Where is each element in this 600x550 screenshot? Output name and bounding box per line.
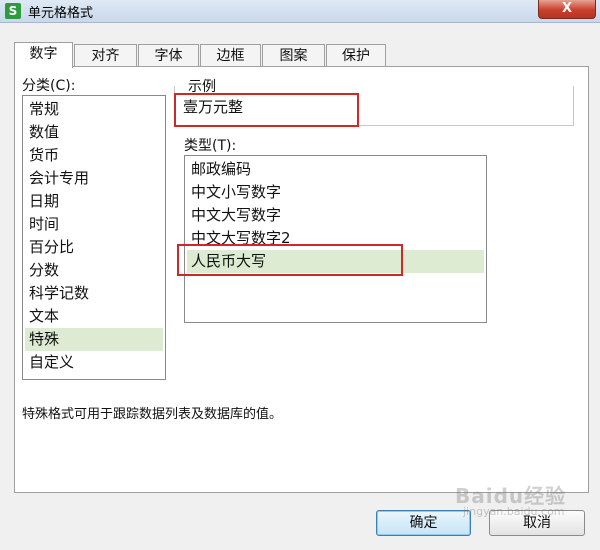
category-item-percentage[interactable]: 百分比 [25, 236, 163, 259]
description-text: 特殊格式可用于跟踪数据列表及数据库的值。 [22, 407, 283, 422]
category-list[interactable]: 常规 数值 货币 会计专用 日期 时间 百分比 分数 科学记数 文本 特殊 自定… [22, 95, 166, 380]
tab-alignment[interactable]: 对齐 [74, 44, 137, 67]
tab-pattern[interactable]: 图案 [262, 44, 325, 67]
category-item-number[interactable]: 数值 [25, 121, 163, 144]
annotation-box-type [177, 244, 403, 276]
category-item-accounting[interactable]: 会计专用 [25, 167, 163, 190]
type-list[interactable]: 邮政编码 中文小写数字 中文大写数字 中文大写数字2 人民币大写 [184, 155, 487, 323]
dialog-title: 单元格格式 [28, 6, 94, 21]
category-item-custom[interactable]: 自定义 [25, 351, 163, 374]
type-item-chinese-lower[interactable]: 中文小写数字 [187, 181, 484, 204]
tab-protection[interactable]: 保护 [326, 44, 386, 67]
category-item-time[interactable]: 时间 [25, 213, 163, 236]
category-item-text[interactable]: 文本 [25, 305, 163, 328]
tab-font[interactable]: 字体 [138, 44, 199, 67]
category-item-special[interactable]: 特殊 [25, 328, 163, 351]
category-item-general[interactable]: 常规 [25, 98, 163, 121]
category-item-currency[interactable]: 货币 [25, 144, 163, 167]
annotation-box-sample [174, 93, 359, 127]
app-icon: S [5, 3, 21, 19]
title-bar: S 单元格格式 X [0, 0, 600, 23]
category-item-fraction[interactable]: 分数 [25, 259, 163, 282]
type-item-postal-code[interactable]: 邮政编码 [187, 158, 484, 181]
category-label: 分类(C): [22, 78, 76, 94]
tab-border[interactable]: 边框 [200, 44, 261, 67]
close-button[interactable]: X [538, 0, 596, 19]
tab-number[interactable]: 数字 [14, 42, 73, 68]
baidu-watermark-url: jingyan.baidu.com [463, 505, 565, 518]
ok-button[interactable]: 确定 [376, 510, 471, 536]
type-label: 类型(T): [184, 138, 237, 154]
category-item-scientific[interactable]: 科学记数 [25, 282, 163, 305]
type-item-chinese-upper[interactable]: 中文大写数字 [187, 204, 484, 227]
category-item-date[interactable]: 日期 [25, 190, 163, 213]
